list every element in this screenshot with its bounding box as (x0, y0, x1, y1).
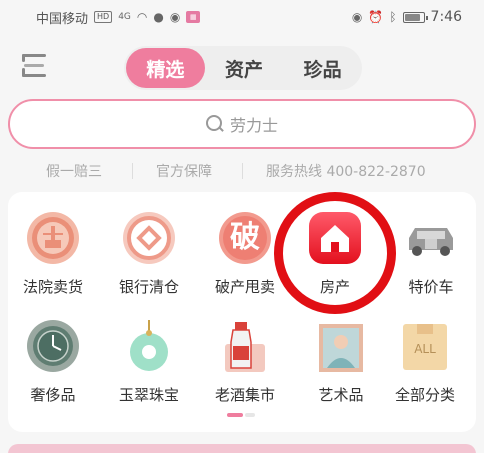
search-input[interactable]: 劳力士 (8, 99, 476, 149)
category-discount-cars[interactable]: 特价车 (386, 210, 476, 297)
carrier-name: 中国移动 (36, 11, 89, 27)
car-icon (403, 210, 459, 266)
coin-icon (121, 210, 177, 266)
tab-bar: 精选 资产 珍品 (124, 46, 362, 90)
category-artwork[interactable]: 艺术品 (296, 318, 386, 405)
guarantee-bar: 假一赔三 官方保障 服务热线 400-822-2870 (0, 158, 484, 184)
page-dot-active (227, 413, 243, 417)
tab-assets[interactable]: 资产 (205, 48, 284, 88)
category-all[interactable]: ALL 全部分类 (380, 318, 470, 405)
category-label: 奢侈品 (30, 386, 76, 404)
category-luxury[interactable]: 奢侈品 (8, 318, 98, 405)
guarantee-official: 官方保障 (156, 164, 212, 180)
category-label: 破产甩卖 (214, 278, 275, 296)
painting-icon (313, 318, 369, 374)
category-label: 房产 (319, 278, 350, 296)
all-box-icon-text: ALL (414, 342, 436, 356)
signal-icon: 4G (118, 12, 131, 22)
guarantee-fake-compensation: 假一赔三 (46, 164, 102, 180)
all-box-icon: ALL (397, 318, 453, 374)
service-hotline[interactable]: 服务热线 400-822-2870 (266, 161, 426, 181)
category-court-sales[interactable]: 法院卖货 (8, 210, 98, 297)
app-badge-icon: ▦ (186, 11, 201, 23)
search-placeholder: 劳力士 (229, 116, 278, 135)
status-bar: 中国移动 HD 4G ◠ ● ◉ ▦ ◉ ⏰ ᛒ 7:46 (0, 0, 484, 34)
header: 精选 资产 珍品 (0, 40, 484, 96)
category-label: 艺术品 (318, 386, 364, 404)
app-notification-icon: ◉ (169, 10, 181, 24)
category-label: 法院卖货 (22, 278, 83, 296)
watch-icon (25, 318, 81, 374)
house-icon (307, 210, 363, 266)
divider (132, 163, 133, 179)
bankrupt-icon-text: 破 (230, 220, 260, 255)
category-label: 老酒集市 (214, 386, 275, 404)
weibo-icon: ● (153, 10, 164, 24)
battery-icon (402, 11, 428, 23)
category-bank-clearance[interactable]: 银行清仓 (104, 210, 194, 297)
category-grid: 法院卖货 银行清仓 破 破产甩卖 房产 特价车 奢侈品 玉翠珠宝 老酒集市 艺术… (8, 192, 476, 432)
eye-icon: ◉ (351, 10, 363, 24)
bluetooth-icon: ᛒ (389, 10, 397, 24)
category-jade-jewelry[interactable]: 玉翠珠宝 (104, 318, 194, 405)
tab-treasures[interactable]: 珍品 (283, 48, 362, 88)
court-emblem-icon (25, 210, 81, 266)
wifi-icon: ◠ (136, 10, 148, 24)
category-label: 玉翠珠宝 (118, 386, 179, 404)
jade-pendant-icon (121, 318, 177, 374)
category-vintage-liquor[interactable]: 老酒集市 (200, 318, 290, 405)
bankrupt-icon: 破 (217, 210, 273, 266)
category-label: 全部分类 (394, 386, 455, 404)
liquor-bottle-icon (217, 318, 273, 374)
clock: 7:46 (430, 9, 462, 25)
alarm-icon: ⏰ (368, 10, 384, 24)
category-real-estate[interactable]: 房产 (290, 210, 380, 297)
divider (242, 163, 243, 179)
page-indicator (227, 413, 257, 417)
hd-icon: HD (94, 11, 113, 23)
scan-menu-icon[interactable] (18, 52, 48, 82)
page-dot (245, 413, 255, 417)
search-icon (205, 115, 224, 133)
category-label: 特价车 (408, 278, 454, 296)
category-label: 银行清仓 (118, 278, 179, 296)
banner-preview[interactable] (8, 444, 476, 453)
tab-featured[interactable]: 精选 (126, 48, 205, 88)
